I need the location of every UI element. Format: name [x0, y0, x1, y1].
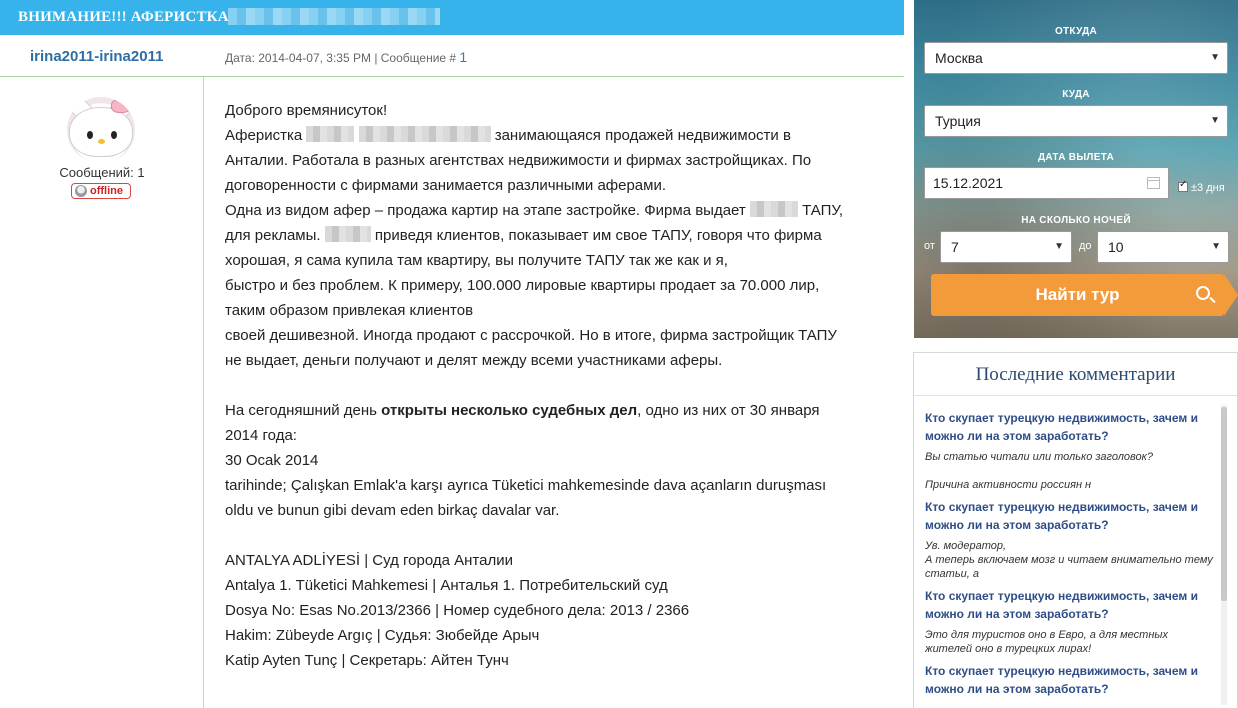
scrollbar-thumb[interactable] [1221, 407, 1227, 601]
avatar-eye-right [111, 131, 117, 139]
text-line: oldu ve bunun gibi devam eden birkaç dav… [225, 502, 560, 519]
scrollbar[interactable] [1221, 405, 1227, 705]
text-line: Hakim: Zübeyde Argıç | Судья: Зюбейде Ар… [225, 627, 540, 644]
comment-item: Кто скупает турецкую недвижимость, зачем… [925, 662, 1215, 698]
comments-title: Последние комментарии [914, 353, 1237, 396]
tour-search-widget: ОТКУДА Москва ▼ КУДА Турция ▼ ДАТА ВЫЛЕТ… [914, 0, 1238, 338]
comment-item: Кто скупает турецкую недвижимость, зачем… [925, 498, 1215, 581]
text-line: ANTALYA ADLİYESİ | Суд города Анталии [225, 552, 513, 569]
find-tour-label: Найти тур [1035, 285, 1120, 304]
from-label: ОТКУДА [1054, 26, 1098, 37]
post-meta: Дата: 2014-04-07, 3:35 PM | Сообщение # … [225, 49, 467, 65]
text-line: tarihinde; Çalışkan Emlak'a karşı ayrıca… [225, 477, 827, 494]
text-line: для рекламы. приведя клиентов, показывае… [225, 226, 822, 244]
bulb-icon [75, 185, 87, 197]
avatar [67, 97, 135, 163]
nights-from-label: от [924, 240, 935, 252]
chevron-down-icon: ▼ [1210, 115, 1220, 126]
text-line: Antalya 1. Tüketici Mahkemesi | Анталья … [225, 577, 668, 594]
comments-list: Кто скупает турецкую недвижимость, зачем… [925, 409, 1215, 698]
chevron-down-icon: ▼ [1210, 52, 1220, 63]
avatar-eye-left [87, 131, 93, 139]
text-line: 2014 года: [225, 427, 297, 444]
post-body: Доброго времянисуток! Аферистка занимающ… [225, 98, 890, 673]
redacted-name [228, 8, 440, 25]
text-line: Аферистка занимающаяся продажей недвижим… [225, 126, 791, 144]
from-value: Москва [935, 50, 983, 66]
search-icon [1196, 286, 1210, 300]
date-field[interactable]: 15.12.2021 [924, 167, 1169, 199]
to-select[interactable]: Турция ▼ [924, 105, 1228, 137]
status-badge: offline [71, 183, 131, 199]
author-panel: Сообщений: 1 offline [0, 77, 204, 708]
redacted-text [358, 126, 491, 142]
comment-link[interactable]: Кто скупает турецкую недвижимость, зачем… [925, 498, 1215, 534]
date-label: ДАТА ВЫЛЕТА [1037, 152, 1115, 163]
date-value: 15.12.2021 [933, 175, 1004, 191]
status-text: offline [90, 185, 123, 197]
to-value: Турция [935, 113, 981, 129]
text-line: таким образом привлекая клиентов [225, 302, 474, 319]
comment-link[interactable]: Кто скупает турецкую недвижимость, зачем… [925, 587, 1215, 623]
flex-dates-label: ±3 дня [1191, 182, 1225, 194]
message-number-link[interactable]: 1 [459, 49, 467, 65]
nights-to-select[interactable]: 10 ▼ [1097, 231, 1229, 263]
chevron-down-icon: ▼ [1054, 241, 1064, 252]
redacted-text [749, 201, 798, 217]
text-line: Доброго времянисуток! [225, 102, 388, 119]
comment-link[interactable]: Кто скупает турецкую недвижимость, зачем… [925, 662, 1215, 698]
avatar-nose [98, 139, 105, 144]
nights-label: НА СКОЛЬКО НОЧЕЙ [1021, 215, 1131, 226]
text-line: На сегодняшний день открыты несколько су… [225, 402, 820, 419]
nights-to-value: 10 [1108, 239, 1124, 255]
text-line: договоренности с фирмами занимается разл… [225, 177, 667, 194]
avatar-face [69, 107, 133, 157]
text-line: Одна из видом афер – продажа картир на э… [225, 201, 844, 219]
comment-excerpt: Ув. модератор, А теперь включаем мозг и … [925, 540, 1213, 580]
comment-link[interactable]: Кто скупает турецкую недвижимость, зачем… [925, 409, 1215, 445]
text-line: хорошая, я сама купила там квартиру, вы … [225, 252, 728, 269]
post-date: Дата: 2014-04-07, 3:35 PM | Сообщение # [225, 51, 457, 65]
avatar-bow [111, 99, 131, 113]
comment-excerpt: Это для туристов оно в Евро, а для местн… [925, 629, 1168, 655]
text-line: Dosya No: Esas No.2013/2366 | Номер суде… [225, 602, 690, 619]
to-label: КУДА [1062, 89, 1090, 100]
calendar-icon[interactable] [1147, 177, 1160, 189]
text-line: своей дешивезной. Иногда продают с расср… [225, 327, 837, 344]
comment-excerpt: Вы статью читали или только заголовок? П… [925, 451, 1153, 491]
nights-from-select[interactable]: 7 ▼ [940, 231, 1072, 263]
text-line: Katip Ayten Tunç | Секретарь: Айтен Тунч [225, 652, 509, 669]
from-select[interactable]: Москва ▼ [924, 42, 1228, 74]
post-header: irina2011-irina2011 Дата: 2014-04-07, 3:… [0, 35, 904, 77]
find-tour-button[interactable]: Найти тур [931, 274, 1238, 316]
comment-item: Кто скупает турецкую недвижимость, зачем… [925, 587, 1215, 656]
comment-item: Кто скупает турецкую недвижимость, зачем… [925, 409, 1215, 492]
thread-title-bar: ВНИМАНИЕ!!! АФЕРИСТКА [0, 0, 904, 35]
posts-count: Сообщений: 1 [59, 165, 145, 180]
redacted-text [324, 226, 371, 242]
checkbox-icon[interactable] [1178, 179, 1188, 192]
chevron-down-icon: ▼ [1211, 241, 1221, 252]
nights-from-value: 7 [951, 239, 959, 255]
text-line: не выдает, деньги получают и делят между… [225, 352, 723, 369]
text-line: Анталии. Работала в разных агентствах не… [225, 152, 812, 169]
forum-post: ВНИМАНИЕ!!! АФЕРИСТКА irina2011-irina201… [0, 0, 904, 708]
latest-comments-panel: Последние комментарии Кто скупает турецк… [913, 352, 1238, 708]
text-line: быстро и без проблем. К примеру, 100.000… [225, 277, 820, 294]
flex-dates-checkbox[interactable]: ±3 дня [1178, 179, 1225, 194]
redacted-text [306, 126, 355, 142]
author-link[interactable]: irina2011-irina2011 [30, 48, 163, 65]
thread-title: ВНИМАНИЕ!!! АФЕРИСТКА [18, 9, 229, 25]
text-line: 30 Ocak 2014 [225, 452, 319, 469]
nights-to-label: до [1079, 240, 1092, 252]
